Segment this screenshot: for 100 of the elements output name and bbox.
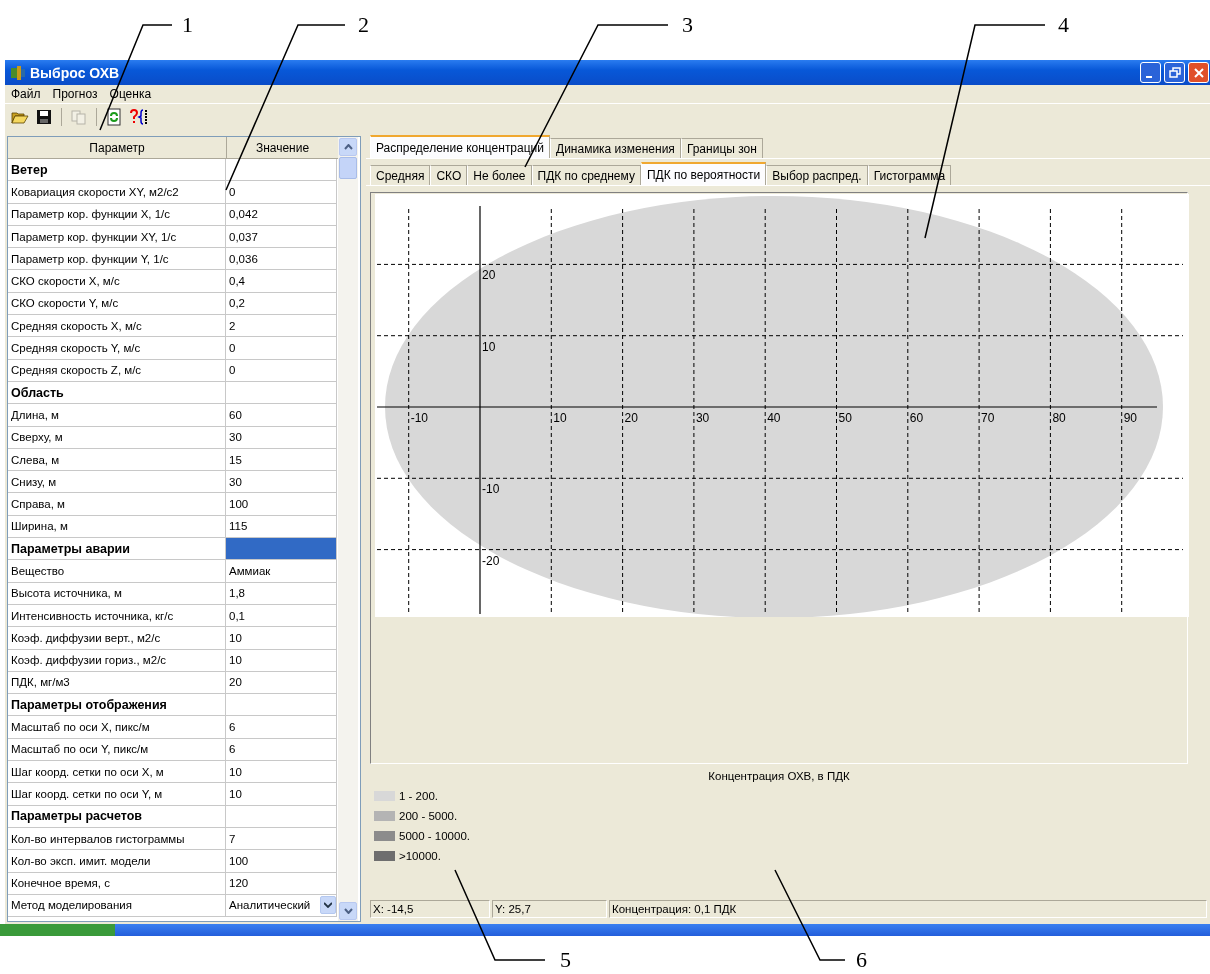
legend-label: >10000.: [399, 850, 441, 862]
parameter-cell: Шаг коорд. сетки по оси X, м: [8, 761, 226, 784]
value-cell[interactable]: 2: [226, 315, 337, 338]
parameter-cell: Средняя скорость Z, м/с: [8, 359, 226, 382]
app-icon: [10, 64, 26, 81]
minimize-button[interactable]: [1140, 62, 1161, 83]
close-icon: [1192, 66, 1205, 79]
scrollbar[interactable]: [338, 137, 358, 921]
value-cell[interactable]: 7: [226, 827, 337, 851]
parameter-cell: Кол-во эксп. имит. модели: [8, 850, 226, 873]
parameter-cell: СКО скорости Y, м/с: [8, 292, 226, 316]
menu-item[interactable]: Файл: [11, 87, 41, 101]
tab[interactable]: ПДК по вероятности: [640, 162, 767, 185]
value-cell[interactable]: 0,036: [226, 248, 337, 271]
tab[interactable]: Динамика изменения: [550, 138, 681, 158]
value-cell[interactable]: 120: [226, 872, 337, 895]
legend-title: Концентрация ОХВ, в ПДК: [707, 770, 851, 784]
value-cell[interactable]: Аммиак: [226, 560, 337, 583]
category-cell[interactable]: Параметры аварии: [8, 538, 226, 561]
tab[interactable]: Средняя: [370, 165, 431, 185]
parameter-cell: Высота источника, м: [8, 582, 226, 605]
value-cell[interactable]: 0: [226, 181, 337, 204]
scroll-down-button[interactable]: [339, 902, 357, 920]
column-header[interactable]: Параметр: [8, 137, 227, 159]
value-cell[interactable]: 6: [226, 716, 337, 739]
parameter-cell: Метод моделирования: [8, 894, 226, 918]
parameter-cell: Коэф. диффузии гориз., м2/с: [8, 649, 226, 672]
status-field: Y: 25,7: [492, 900, 607, 918]
scroll-thumb[interactable]: [339, 157, 357, 179]
selection-cell[interactable]: [226, 805, 337, 828]
tab[interactable]: СКО: [430, 165, 468, 185]
value-cell[interactable]: 60: [226, 404, 337, 427]
x-tick-label: 60: [909, 411, 924, 425]
menu-item[interactable]: Прогноз: [52, 87, 98, 101]
parameter-cell: Масштаб по оси Y, пикс/м: [8, 738, 226, 761]
start-button[interactable]: [0, 924, 115, 936]
parameter-cell: Интенсивность источника, кг/с: [8, 604, 226, 628]
callout-number: 6: [856, 947, 867, 973]
value-cell[interactable]: 20: [226, 671, 337, 695]
x-tick-label: 10: [553, 411, 567, 425]
selection-cell[interactable]: [226, 694, 337, 717]
window-title: Выброс ОХВ: [30, 64, 120, 81]
value-cell[interactable]: 30: [226, 471, 337, 494]
value-cell[interactable]: 10: [226, 627, 337, 650]
value-cell[interactable]: 15: [226, 448, 337, 472]
refresh-button[interactable]: [104, 107, 124, 127]
parameter-cell: Вещество: [8, 560, 226, 583]
callout-number: 2: [358, 12, 369, 38]
save-button[interactable]: [34, 107, 54, 127]
callout-number: 5: [560, 947, 571, 973]
tab[interactable]: Границы зон: [680, 138, 763, 158]
selection-cell[interactable]: [226, 381, 337, 405]
category-cell[interactable]: Ветер: [8, 159, 226, 182]
value-cell[interactable]: 0: [226, 337, 337, 360]
selection-cell[interactable]: [226, 159, 337, 182]
value-cell[interactable]: 100: [226, 850, 337, 873]
parameter-cell: Ширина, м: [8, 515, 226, 539]
selection-cell[interactable]: [226, 538, 337, 561]
dropdown-button[interactable]: [320, 896, 336, 915]
x-tick-label: -10: [410, 411, 429, 425]
value-cell[interactable]: 0,042: [226, 203, 337, 226]
parameter-cell: ПДК, мг/м3: [8, 671, 226, 695]
restore-button[interactable]: [1164, 62, 1185, 83]
column-header[interactable]: Значение: [227, 137, 339, 159]
parameter-cell: Конечное время, с: [8, 872, 226, 895]
value-cell[interactable]: 10: [226, 783, 337, 806]
value-cell[interactable]: 10: [226, 649, 337, 672]
value-cell[interactable]: 0,037: [226, 225, 337, 249]
parameter-cell: Снизу, м: [8, 471, 226, 494]
x-tick-label: 90: [1123, 411, 1138, 425]
value-cell[interactable]: 100: [226, 493, 337, 516]
parameter-cell: Шаг коорд. сетки по оси Y, м: [8, 783, 226, 806]
tab[interactable]: ПДК по среднему: [531, 165, 641, 185]
parameter-cell: Слева, м: [8, 448, 226, 472]
category-cell[interactable]: Область: [8, 381, 226, 405]
value-cell[interactable]: 0,1: [226, 604, 337, 628]
parameter-cell: Параметр кор. функции X, 1/с: [8, 203, 226, 226]
x-tick-label: 30: [695, 411, 710, 425]
category-cell[interactable]: Параметры расчетов: [8, 805, 226, 828]
parameter-cell: Параметр кор. функции XY, 1/с: [8, 225, 226, 249]
tab[interactable]: Выбор распред.: [766, 165, 868, 185]
minimize-icon: [1145, 75, 1152, 78]
restore-icon: [1168, 66, 1181, 79]
value-cell[interactable]: 0: [226, 359, 337, 382]
value-cell[interactable]: 6: [226, 738, 337, 761]
category-cell[interactable]: Параметры отображения: [8, 694, 226, 717]
value-cell[interactable]: 0,2: [226, 292, 337, 316]
parameter-cell: Средняя скорость X, м/с: [8, 315, 226, 338]
scroll-up-button[interactable]: [339, 138, 357, 156]
value-cell[interactable]: 10: [226, 761, 337, 784]
y-tick-label: -10: [482, 482, 500, 497]
tab[interactable]: Не более: [467, 165, 532, 185]
close-button[interactable]: [1188, 62, 1209, 83]
value-cell[interactable]: 30: [226, 426, 337, 449]
parameter-cell: Средняя скорость Y, м/с: [8, 337, 226, 360]
callout-number: 1: [182, 12, 193, 38]
parameter-cell: Коэф. диффузии верт., м2/с: [8, 627, 226, 650]
value-cell[interactable]: 1,8: [226, 582, 337, 605]
value-cell[interactable]: 0,4: [226, 270, 337, 293]
parameter-cell: Длина, м: [8, 404, 226, 427]
